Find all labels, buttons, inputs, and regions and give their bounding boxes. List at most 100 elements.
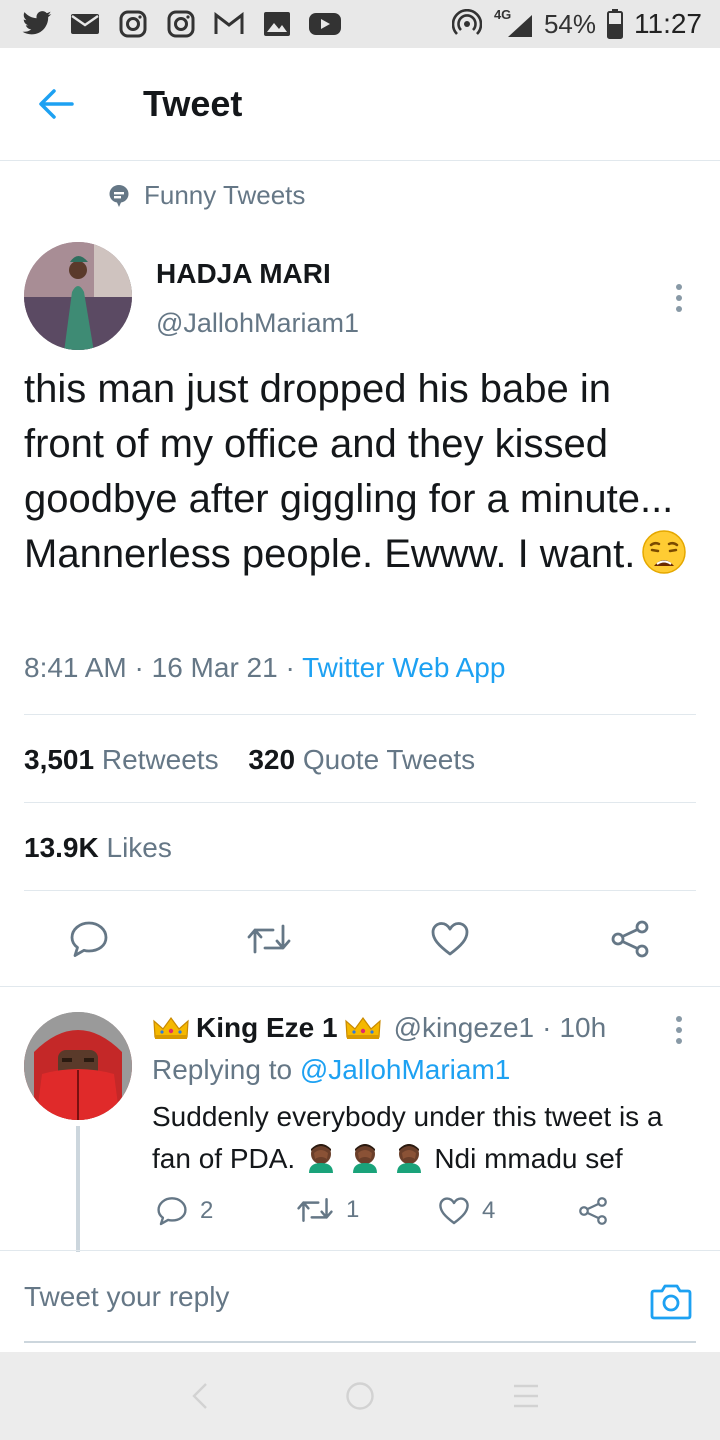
meta-separator: ·: [285, 652, 295, 683]
likes-stat[interactable]: 13.9K Likes: [24, 832, 172, 864]
facepalm-emoji-icon: [396, 1144, 421, 1173]
mail-icon: [68, 9, 102, 39]
share-icon: [579, 1197, 607, 1225]
replying-to: Replying to @JallohMariam1: [152, 1054, 510, 1086]
divider: [24, 714, 696, 715]
reply-likes-count: 4: [482, 1197, 496, 1224]
nav-menu-button[interactable]: [506, 1376, 546, 1416]
facepalm-emoji-icon: [352, 1144, 377, 1173]
reply-like-button[interactable]: 4: [438, 1196, 495, 1226]
weary-face-emoji-icon: [642, 530, 687, 574]
twitter-icon: [20, 9, 54, 39]
reply-avatar[interactable]: [24, 1012, 132, 1120]
tweet-date: 16 Mar 21: [151, 652, 278, 683]
heart-icon: [439, 1197, 469, 1225]
camera-button[interactable]: [648, 1279, 694, 1323]
divider: [24, 802, 696, 803]
meta-separator: ·: [134, 652, 144, 683]
reply-body-end: Ndi mmadu sef: [434, 1143, 623, 1174]
likes-label: Likes: [106, 832, 172, 863]
reply-author-name[interactable]: King Eze 1: [196, 1012, 338, 1044]
reply-reply-button[interactable]: 2: [156, 1196, 213, 1226]
hotspot-icon: [450, 9, 484, 39]
system-nav-bar: [0, 1352, 720, 1440]
section-divider: [0, 986, 720, 987]
replying-prefix: Replying to: [152, 1054, 293, 1085]
reply-age: 10h: [559, 1012, 607, 1043]
gallery-icon: [260, 9, 294, 39]
reply-share-button[interactable]: [578, 1196, 608, 1226]
facepalm-emoji-icon: [308, 1144, 333, 1173]
nav-back-button[interactable]: [180, 1376, 220, 1416]
more-vertical-icon: [676, 284, 682, 312]
back-button[interactable]: [26, 74, 86, 134]
replying-to-mention[interactable]: @JallohMariam1: [300, 1054, 511, 1085]
retweets-label: Retweets: [101, 744, 219, 775]
instagram-icon: [164, 9, 198, 39]
share-button[interactable]: [605, 914, 655, 964]
input-underline: [24, 1341, 696, 1343]
reply-actions: 2 1 4: [152, 1196, 672, 1236]
reply-header: King Eze 1 @kingeze1 · 10h: [152, 1012, 606, 1044]
reply-composer: Tweet your reply: [0, 1250, 720, 1351]
tweet-actions: [0, 898, 720, 980]
battery-percent: 54%: [543, 8, 596, 39]
camera-icon: [650, 1284, 692, 1320]
app-header: Tweet: [0, 48, 720, 161]
clock: 11:27: [634, 8, 702, 39]
more-vertical-icon: [676, 1016, 682, 1044]
retweets-stat[interactable]: 3,501 Retweets: [24, 744, 219, 776]
likes-count: 13.9K: [24, 832, 99, 863]
gmail-icon: [212, 9, 246, 39]
retweet-icon: [297, 1198, 333, 1222]
reply-text: Suddenly everybody under this tweet is a…: [152, 1096, 702, 1180]
retweet-icon: [247, 924, 291, 954]
quote-tweets-stat[interactable]: 320 Quote Tweets: [248, 744, 475, 776]
reply-input[interactable]: Tweet your reply: [24, 1281, 229, 1313]
author-handle[interactable]: @JallohMariam1: [156, 308, 359, 339]
topic-bubble-icon: [109, 184, 129, 207]
page-title: Tweet: [143, 83, 243, 124]
nav-back-icon: [192, 1383, 207, 1409]
signal-icon: 4G: [494, 7, 534, 39]
reply-bubble-icon: [70, 921, 108, 957]
nav-home-button[interactable]: [340, 1376, 380, 1416]
quotes-count: 320: [248, 744, 296, 775]
engagement-stats: 3,501 Retweets 320 Quote Tweets: [24, 744, 497, 776]
tweet-text: this man just dropped his babe in front …: [24, 362, 696, 582]
reply-retweets-count: 1: [346, 1196, 360, 1223]
tweet-time: 8:41 AM: [24, 652, 127, 683]
back-arrow-icon: [39, 89, 74, 119]
tweet-source-link[interactable]: Twitter Web App: [302, 652, 505, 683]
tweet-body: this man just dropped his babe in front …: [24, 367, 674, 576]
topic-label: Funny Tweets: [144, 180, 306, 210]
battery-icon: [606, 9, 624, 39]
crown-emoji-icon: [153, 1016, 189, 1039]
tweet-meta: 8:41 AM · 16 Mar 21 · Twitter Web App: [24, 652, 505, 684]
retweet-button[interactable]: [244, 914, 294, 964]
retweets-count: 3,501: [24, 744, 95, 775]
reply-more-options-button[interactable]: [664, 1012, 694, 1048]
crown-emoji-icon: [344, 1016, 381, 1039]
like-button[interactable]: [425, 914, 475, 964]
reply-retweet-button[interactable]: 1: [296, 1196, 359, 1224]
topic-context[interactable]: Funny Tweets: [108, 180, 305, 211]
author-name[interactable]: HADJA MARI: [156, 258, 331, 290]
reply-separator: ·: [542, 1012, 552, 1043]
nav-home-icon: [346, 1382, 374, 1410]
reply-author-handle[interactable]: @kingeze1: [394, 1012, 535, 1044]
nav-menu-icon: [514, 1384, 538, 1408]
reply-replies-count: 2: [200, 1197, 214, 1224]
share-icon: [611, 920, 649, 958]
reply-button[interactable]: [64, 914, 114, 964]
thread-line: [76, 1126, 80, 1252]
quotes-label: Quote Tweets: [302, 744, 476, 775]
divider: [24, 890, 696, 891]
author-avatar[interactable]: [24, 242, 132, 350]
more-options-button[interactable]: [664, 278, 694, 318]
youtube-icon: [308, 9, 342, 39]
reply-bubble-icon: [157, 1197, 187, 1226]
instagram-icon: [116, 9, 150, 39]
heart-icon: [431, 922, 469, 956]
status-bar: 4G 54% 11:27: [0, 0, 720, 48]
